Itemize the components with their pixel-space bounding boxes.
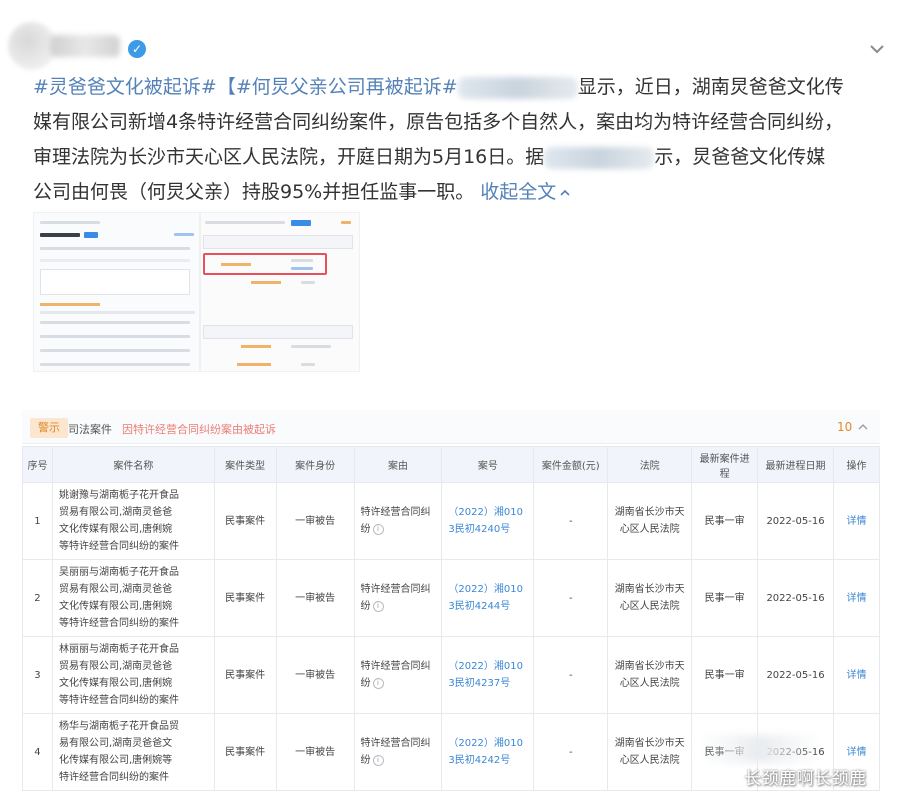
details-link[interactable]: 详情 [832, 482, 881, 560]
table-row: 2 吴丽丽与湖南栀子花开食品 贸易有限公司,湖南灵爸爸 文化传媒有限公司,唐俐婉 等特… [22, 559, 881, 637]
case-count: 10 [837, 420, 853, 434]
table-header-row: 序号 案件名称 案件类型 案件身份 案由 案号 案件金额(元) 法院 最新案件进… [22, 446, 881, 483]
col-header: 案件类型 [213, 446, 277, 483]
case-number-link[interactable]: （2022）湘010 3民初4237号 [441, 636, 535, 714]
court: 湖南省长沙市天 心区人民法院 [607, 559, 693, 637]
court: 湖南省长沙市天 心区人民法院 [607, 482, 693, 560]
post-line-4: 公司由何畏（何炅父亲）持股95%并担任监事一职。 收起全文 [33, 175, 893, 210]
col-header: 法院 [607, 446, 693, 483]
case-cause: 特许经营合同纠纷 i [353, 559, 443, 637]
col-header: 案件身份 [275, 446, 355, 483]
chevron-up-icon [560, 189, 570, 196]
col-header: 操作 [832, 446, 881, 483]
avatar[interactable] [8, 22, 56, 70]
details-link[interactable]: 详情 [832, 636, 881, 714]
case-name: 杨华与湖南栀子花开食品贸 易有限公司,湖南灵爸爸文 化传媒有限公司,唐俐婉等 特许经营… [51, 713, 215, 791]
thumbnail-1[interactable] [33, 212, 200, 372]
case-cause: 特许经营合同纠纷 i [353, 482, 443, 560]
case-number-link[interactable]: （2022）湘010 3民初4244号 [441, 559, 535, 637]
case-name: 姚谢豫与湖南栀子花开食品 贸易有限公司,湖南灵爸爸 文化传媒有限公司,唐俐婉 等特许经… [51, 482, 215, 560]
post-line-1: #灵爸爸文化被起诉#【#何炅父亲公司再被起诉# 显示，近日，湖南炅爸爸文化传 [33, 76, 844, 99]
blurred-source-2 [544, 146, 655, 169]
chevron-down-icon[interactable] [866, 38, 888, 60]
hashtag-2-bracket: 【#何炅父亲公司再被起诉# [216, 76, 458, 98]
col-header: 最新案件进程 [691, 446, 759, 483]
case-cause: 特许经营合同纠纷 i [353, 713, 443, 791]
image-thumbnails[interactable] [33, 212, 360, 372]
court: 湖南省长沙市天 心区人民法院 [607, 713, 693, 791]
table-row: 1 姚谢豫与湖南栀子花开食品 贸易有限公司,湖南灵爸爸 文化传媒有限公司,唐俐婉 等特… [22, 482, 881, 560]
case-name: 林丽丽与湖南栀子花开食品 贸易有限公司,湖南灵爸爸 文化传媒有限公司,唐俐婉 等特许经… [51, 636, 215, 714]
fold-text-link[interactable]: 收起全文 [480, 181, 571, 203]
col-header: 案由 [353, 446, 443, 483]
info-icon[interactable]: i [372, 754, 384, 766]
watermark-text: 长颈鹿啊长颈鹿 [744, 769, 867, 789]
blur-overlay [700, 735, 820, 763]
thumbnail-2[interactable] [200, 212, 360, 372]
table-row: 3 林丽丽与湖南栀子花开食品 贸易有限公司,湖南灵爸爸 文化传媒有限公司,唐俐婉 等特… [22, 636, 881, 714]
post-header: ✓ [0, 0, 900, 70]
case-number-link[interactable]: （2022）湘010 3民初4240号 [441, 482, 535, 560]
tab-franchise-disputes[interactable]: 因特许经营合同纠纷案由被起诉 [122, 421, 276, 437]
post-line-3: 审理法院为长沙市天心区人民法院，开庭日期为5月16日。据 示，炅爸爸文化传媒 [33, 146, 826, 169]
info-icon[interactable]: i [372, 523, 384, 535]
blurred-source [457, 76, 578, 99]
post-text: #灵爸爸文化被起诉#【#何炅父亲公司再被起诉# 显示，近日，湖南炅爸爸文化传 媒有… [33, 70, 893, 210]
chevron-up-icon[interactable] [858, 422, 868, 432]
details-link[interactable]: 详情 [832, 559, 881, 637]
info-icon[interactable]: i [372, 677, 384, 689]
hashtag-1[interactable]: #灵爸爸文化被起诉# [33, 76, 217, 98]
col-header: 案件金额(元) [533, 446, 609, 483]
post-line-2: 媒有限公司新增4条特许经营合同纠纷案件，原告包括多个自然人，案由均为特许经营合同… [33, 111, 844, 133]
verified-v-icon: ✓ [128, 40, 146, 58]
col-header: 案件名称 [51, 446, 215, 483]
case-number-link[interactable]: （2022）湘010 3民初4242号 [441, 713, 535, 791]
col-header: 最新进程日期 [757, 446, 834, 483]
table-tabs: 警示 司法案件 因特许经营合同纠纷案由被起诉 10 [22, 410, 880, 444]
case-cause: 特许经营合同纠纷 i [353, 636, 443, 714]
col-header: 序号 [22, 446, 53, 483]
info-icon[interactable]: i [372, 600, 384, 612]
case-name: 吴丽丽与湖南栀子花开食品 贸易有限公司,湖南灵爸爸 文化传媒有限公司,唐俐婉 等特许经… [51, 559, 215, 637]
col-header: 案号 [441, 446, 535, 483]
tab-judicial-cases[interactable]: 司法案件 [68, 421, 112, 437]
warning-badge: 警示 [30, 418, 68, 438]
username-blurred[interactable] [50, 35, 120, 57]
court: 湖南省长沙市天 心区人民法院 [607, 636, 693, 714]
